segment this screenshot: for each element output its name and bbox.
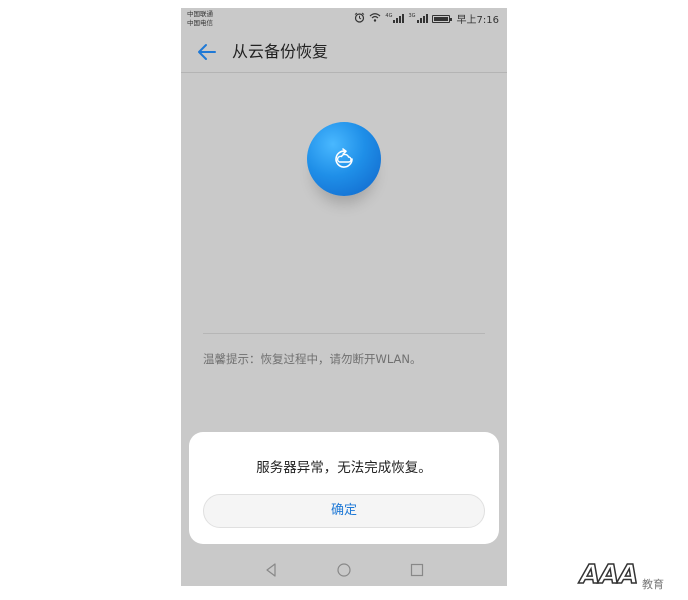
carrier-1: 中国联通	[187, 10, 213, 18]
carrier-2: 中国电信	[187, 19, 213, 27]
dialog-message: 服务器异常，无法完成恢复。	[256, 460, 432, 476]
network-type-2: 3G	[408, 13, 416, 19]
watermark-text: AAA	[579, 559, 639, 591]
back-button[interactable]	[195, 40, 219, 64]
watermark-sub: 教育	[642, 578, 664, 591]
app-bar: 从云备份恢复	[181, 32, 507, 73]
cloud-restore-icon	[307, 122, 381, 196]
status-bar: 中国联通 中国电信 4G 3G 早上7:16	[181, 8, 507, 32]
page-title: 从云备份恢复	[232, 42, 329, 61]
signal-icon-2: 3G	[408, 13, 428, 23]
navigation-bar	[181, 554, 507, 586]
confirm-button[interactable]: 确定	[203, 494, 485, 528]
hint-text: 温馨提示：恢复过程中，请勿断开WLAN。	[203, 352, 422, 366]
back-arrow-icon	[198, 44, 216, 60]
home-circle-icon	[337, 563, 351, 577]
nav-back-button[interactable]	[263, 562, 279, 578]
error-dialog: 服务器异常，无法完成恢复。 确定	[189, 432, 499, 544]
phone-screen: 中国联通 中国电信 4G 3G 早上7:16 从云备份恢复 温馨提示：恢复过程中…	[181, 8, 507, 586]
status-icons: 4G 3G 早上7:16	[354, 11, 499, 26]
nav-home-button[interactable]	[336, 562, 352, 578]
battery-icon	[431, 14, 452, 23]
wifi-icon	[369, 12, 381, 25]
divider	[203, 333, 485, 334]
watermark-logo: AAA 教育	[579, 559, 680, 596]
nav-recents-button[interactable]	[409, 562, 425, 578]
network-type-1: 4G	[385, 13, 393, 19]
alarm-icon	[354, 12, 365, 26]
status-time: 早上7:16	[456, 15, 499, 26]
back-triangle-icon	[266, 563, 276, 577]
carrier-info: 中国联通 中国电信	[187, 10, 213, 28]
signal-icon-1: 4G	[385, 13, 405, 23]
recents-square-icon	[410, 563, 424, 577]
